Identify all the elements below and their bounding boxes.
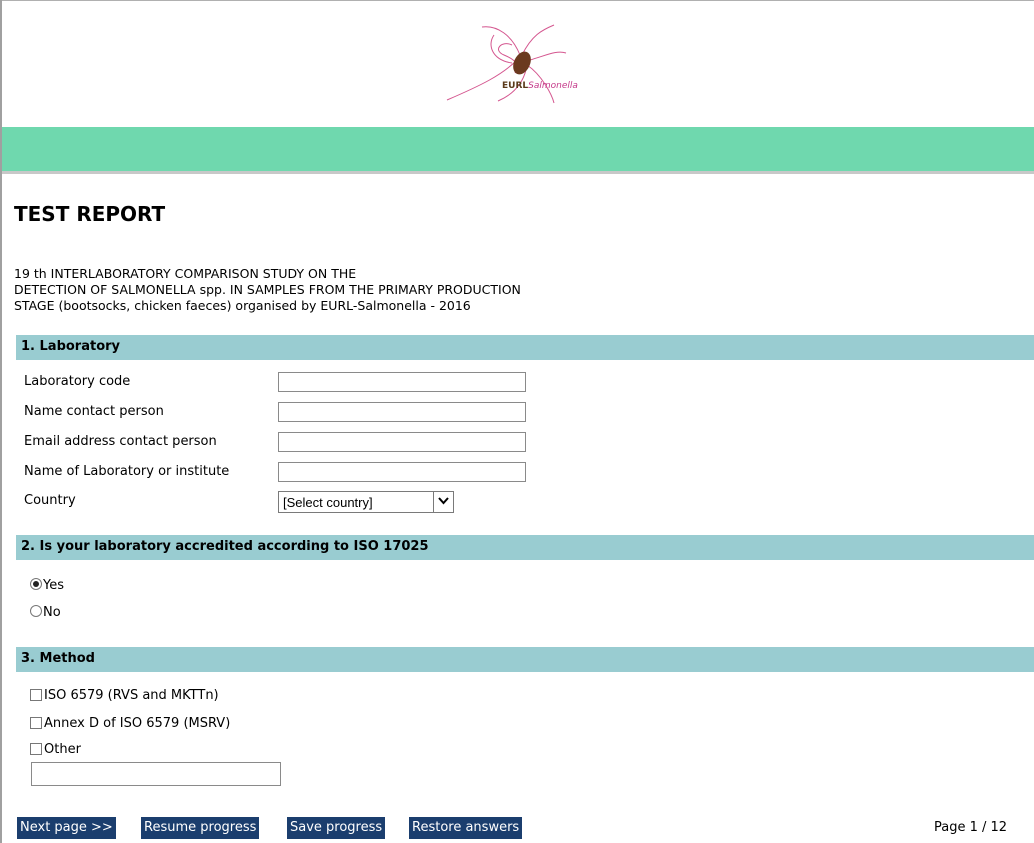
- header-band: [2, 127, 1034, 171]
- restore-answers-button[interactable]: Restore answers: [409, 817, 523, 839]
- contact-email-input[interactable]: [278, 432, 526, 452]
- logo-text: EURLSalmonella: [502, 81, 578, 91]
- radio-label: No: [43, 605, 61, 620]
- field-label: Email address contact person: [24, 434, 217, 449]
- intro-line: 19 th INTERLABORATORY COMPARISON STUDY O…: [14, 266, 357, 281]
- checkbox-label: Other: [44, 742, 81, 757]
- field-label: Country: [24, 493, 76, 508]
- header-divider: [2, 171, 1034, 174]
- checkbox-label: ISO 6579 (RVS and MKTTn): [44, 688, 219, 703]
- resume-progress-button[interactable]: Resume progress: [141, 817, 260, 839]
- country-select-value: [Select country]: [283, 495, 373, 510]
- checkbox[interactable]: [30, 689, 42, 701]
- country-select[interactable]: [Select country]: [278, 491, 454, 513]
- contact-name-input[interactable]: [278, 402, 526, 422]
- section-title: 1. Laboratory: [21, 339, 121, 354]
- intro-text: 19 th INTERLABORATORY COMPARISON STUDY O…: [14, 266, 521, 314]
- laboratory-code-input[interactable]: [278, 372, 526, 392]
- dropdown-button[interactable]: [433, 492, 453, 512]
- section-title: 2. Is your laboratory accredited accordi…: [21, 539, 429, 554]
- section-header-accreditation: 2. Is your laboratory accredited accordi…: [16, 535, 1034, 560]
- checkbox[interactable]: [30, 717, 42, 729]
- page-indicator: Page 1 / 12: [934, 820, 1008, 835]
- radio-label: Yes: [43, 578, 64, 593]
- save-progress-button[interactable]: Save progress: [287, 817, 386, 839]
- intro-line: DETECTION OF SALMONELLA spp. IN SAMPLES …: [14, 282, 521, 297]
- section-title: 3. Method: [21, 651, 95, 666]
- field-label: Name of Laboratory or institute: [24, 464, 230, 479]
- section-header-method: 3. Method: [16, 647, 1034, 672]
- checkbox[interactable]: [30, 743, 42, 755]
- radio-button[interactable]: [30, 605, 42, 617]
- institute-name-input[interactable]: [278, 462, 526, 482]
- salmonella-logo-icon: [446, 24, 567, 104]
- page-title: TEST REPORT: [14, 202, 166, 226]
- checkbox-label: Annex D of ISO 6579 (MSRV): [44, 716, 231, 731]
- other-method-input[interactable]: [31, 762, 281, 786]
- field-label: Name contact person: [24, 404, 164, 419]
- radio-button[interactable]: [30, 578, 42, 590]
- field-label: Laboratory code: [24, 374, 131, 389]
- section-header-laboratory: 1. Laboratory: [16, 335, 1034, 360]
- intro-line: STAGE (bootsocks, chicken faeces) organi…: [14, 298, 471, 313]
- next-page-button[interactable]: Next page >>: [17, 817, 116, 839]
- page-header: EURLSalmonella: [2, 1, 1034, 127]
- chevron-down-icon: [438, 497, 449, 505]
